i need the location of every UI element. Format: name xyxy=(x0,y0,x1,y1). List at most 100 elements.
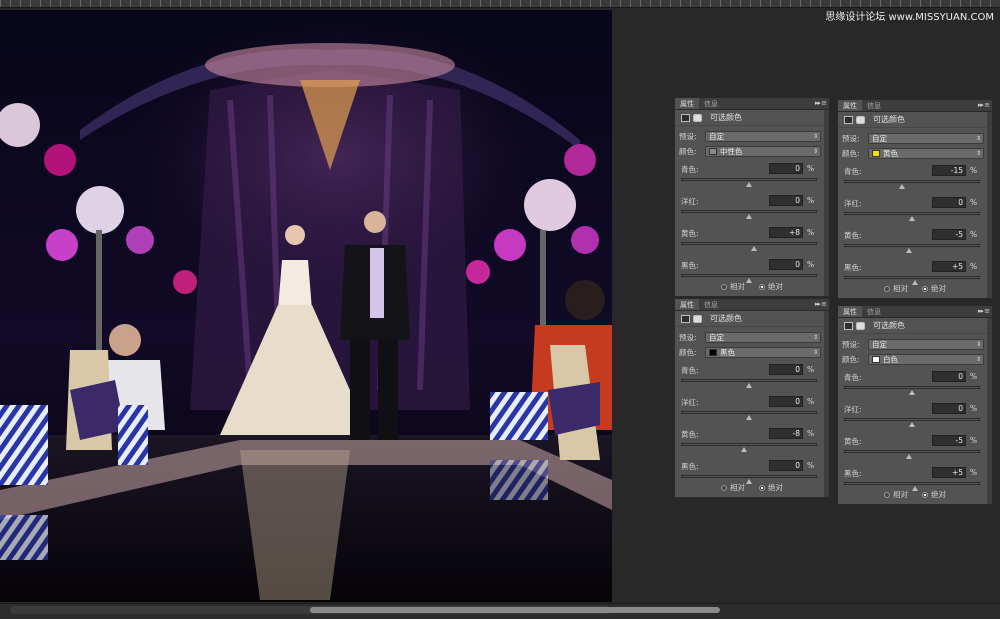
cyan-value-input[interactable]: 0 xyxy=(769,364,803,375)
yellow-slider-thumb[interactable] xyxy=(751,246,757,251)
document-canvas[interactable] xyxy=(0,10,612,602)
panel-tab-bar: 属性 信息 ▸▸ ≡ xyxy=(675,299,829,311)
cyan-slider-thumb[interactable] xyxy=(746,182,752,187)
panel-scrollbar[interactable] xyxy=(987,112,992,298)
yellow-value-input[interactable]: +8 xyxy=(769,227,803,238)
adjustment-layer-icon xyxy=(681,113,690,122)
tab-info[interactable]: 信息 xyxy=(862,306,886,317)
yellow-slider-thumb[interactable] xyxy=(906,454,912,459)
magenta-slider-track[interactable] xyxy=(681,210,817,213)
magenta-slider-track[interactable] xyxy=(844,212,980,215)
black-slider-track[interactable] xyxy=(844,482,980,485)
absolute-radio[interactable]: 绝对 xyxy=(759,281,783,292)
cyan-slider-track[interactable] xyxy=(844,180,980,183)
cyan-value-input[interactable]: 0 xyxy=(932,371,966,382)
magenta-slider-thumb[interactable] xyxy=(746,415,752,420)
panel-menu-icon[interactable]: ▸▸ ≡ xyxy=(978,101,990,109)
colors-dropdown[interactable]: 白色 ⇕ xyxy=(868,354,984,365)
colors-dropdown[interactable]: 黑色 ⇕ xyxy=(705,347,821,358)
panel-menu-icon[interactable]: ▸▸ ≡ xyxy=(815,300,827,308)
yellow-value-input[interactable]: -5 xyxy=(932,229,966,240)
absolute-radio[interactable]: 绝对 xyxy=(759,482,783,493)
yellow-value-input[interactable]: -8 xyxy=(769,428,803,439)
magenta-slider-track[interactable] xyxy=(844,418,980,421)
layer-mask-icon[interactable] xyxy=(856,115,865,124)
yellow-slider-thumb[interactable] xyxy=(741,447,747,452)
yellow-value-input[interactable]: -5 xyxy=(932,435,966,446)
magenta-slider-thumb[interactable] xyxy=(909,422,915,427)
black-slider-track[interactable] xyxy=(844,276,980,279)
tab-properties[interactable]: 属性 xyxy=(838,100,862,111)
preset-dropdown[interactable]: 自定 ⇕ xyxy=(868,133,984,144)
black-value-input[interactable]: 0 xyxy=(769,259,803,270)
relative-radio[interactable]: 相对 xyxy=(721,482,745,493)
adjustment-layer-icon xyxy=(681,314,690,323)
magenta-slider-thumb[interactable] xyxy=(746,214,752,219)
tab-properties[interactable]: 属性 xyxy=(675,98,699,109)
chevron-updown-icon: ⇕ xyxy=(812,133,818,140)
black-value-input[interactable]: 0 xyxy=(769,460,803,471)
horizontal-scrollbar[interactable] xyxy=(10,606,720,614)
colors-dropdown[interactable]: 黄色 ⇕ xyxy=(868,148,984,159)
tab-properties[interactable]: 属性 xyxy=(838,306,862,317)
magenta-slider-track[interactable] xyxy=(681,411,817,414)
tab-properties[interactable]: 属性 xyxy=(675,299,699,310)
cyan-value-input[interactable]: -15 xyxy=(932,165,966,176)
magenta-value-input[interactable]: 0 xyxy=(769,396,803,407)
magenta-slider-thumb[interactable] xyxy=(909,216,915,221)
black-slider-track[interactable] xyxy=(681,475,817,478)
colors-dropdown[interactable]: 中性色 ⇕ xyxy=(705,146,821,157)
adjustment-layer-icon xyxy=(844,321,853,330)
panel-tab-bar: 属性 信息 ▸▸ ≡ xyxy=(838,306,992,318)
cyan-slider-track[interactable] xyxy=(681,379,817,382)
horizontal-scroll-thumb[interactable] xyxy=(310,607,720,613)
cyan-slider-thumb[interactable] xyxy=(899,184,905,189)
layer-mask-icon[interactable] xyxy=(856,321,865,330)
panel-title: 可选颜色 xyxy=(710,113,742,122)
absolute-radio[interactable]: 绝对 xyxy=(922,283,946,294)
panel-header: 可选颜色 xyxy=(675,110,829,126)
preset-dropdown[interactable]: 自定 ⇕ xyxy=(868,339,984,350)
cyan-value-input[interactable]: 0 xyxy=(769,163,803,174)
tab-info[interactable]: 信息 xyxy=(699,98,723,109)
layer-mask-icon[interactable] xyxy=(693,113,702,122)
black-value-input[interactable]: +5 xyxy=(932,261,966,272)
yellow-slider-track[interactable] xyxy=(844,450,980,453)
chevron-updown-icon: ⇕ xyxy=(975,150,981,157)
chevron-updown-icon: ⇕ xyxy=(975,135,981,142)
panel-menu-icon[interactable]: ▸▸ ≡ xyxy=(815,99,827,107)
magenta-slider-group: 洋红: 0 % xyxy=(838,403,992,430)
absolute-radio[interactable]: 绝对 xyxy=(922,489,946,500)
radio-icon xyxy=(759,283,765,290)
yellow-slider-track[interactable] xyxy=(844,244,980,247)
magenta-value-input[interactable]: 0 xyxy=(769,195,803,206)
cyan-slider-group: 青色: -15 % xyxy=(838,165,992,192)
cyan-slider-track[interactable] xyxy=(681,178,817,181)
cyan-slider-thumb[interactable] xyxy=(746,383,752,388)
magenta-value-input[interactable]: 0 xyxy=(932,403,966,414)
tab-info[interactable]: 信息 xyxy=(862,100,886,111)
relative-radio[interactable]: 相对 xyxy=(721,281,745,292)
relative-radio[interactable]: 相对 xyxy=(884,283,908,294)
panel-scrollbar[interactable] xyxy=(824,311,829,497)
magenta-slider-group: 洋红: 0 % xyxy=(675,396,829,423)
cyan-slider-group: 青色: 0 % xyxy=(838,371,992,398)
black-slider-track[interactable] xyxy=(681,274,817,277)
magenta-value-input[interactable]: 0 xyxy=(932,197,966,208)
yellow-slider-thumb[interactable] xyxy=(906,248,912,253)
cyan-slider-track[interactable] xyxy=(844,386,980,389)
panel-scrollbar[interactable] xyxy=(987,318,992,504)
black-value-input[interactable]: +5 xyxy=(932,467,966,478)
yellow-slider-track[interactable] xyxy=(681,443,817,446)
yellow-slider-track[interactable] xyxy=(681,242,817,245)
layer-mask-icon[interactable] xyxy=(693,314,702,323)
preset-dropdown[interactable]: 自定 ⇕ xyxy=(705,332,821,343)
tab-info[interactable]: 信息 xyxy=(699,299,723,310)
yellow-slider-group: 黄色: +8 % xyxy=(675,227,829,254)
cyan-slider-thumb[interactable] xyxy=(909,390,915,395)
magenta-slider-group: 洋红: 0 % xyxy=(838,197,992,224)
panel-scrollbar[interactable] xyxy=(824,110,829,296)
relative-radio[interactable]: 相对 xyxy=(884,489,908,500)
panel-menu-icon[interactable]: ▸▸ ≡ xyxy=(978,307,990,315)
preset-dropdown[interactable]: 自定 ⇕ xyxy=(705,131,821,142)
